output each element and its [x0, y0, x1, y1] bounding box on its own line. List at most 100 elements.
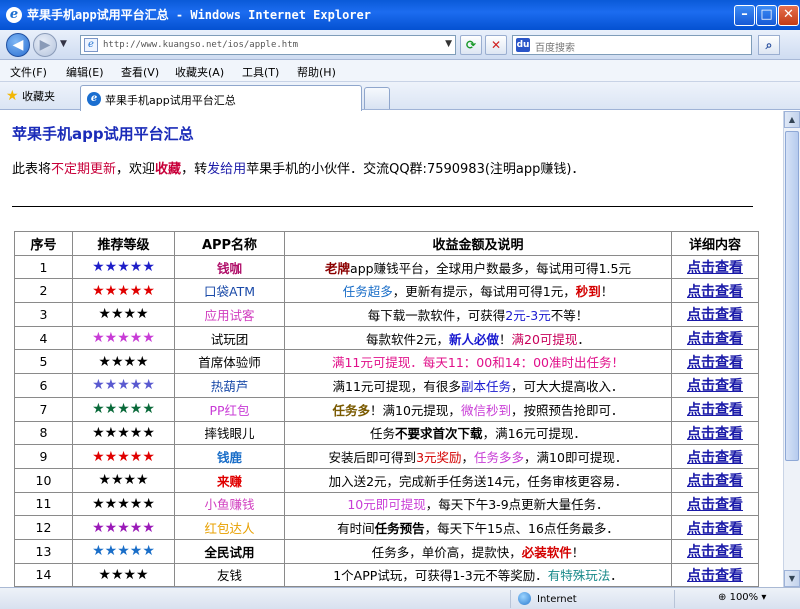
menu-view[interactable]: 查看(V)	[121, 64, 159, 80]
history-dropdown-icon[interactable]: ▼	[60, 39, 67, 49]
back-button[interactable]: ◀	[6, 33, 30, 57]
view-details-link[interactable]: 点击查看	[687, 260, 743, 276]
search-button[interactable]: ⌕	[758, 35, 780, 55]
window-title: 苹果手机app试用平台汇总 - Windows Internet Explore…	[27, 8, 371, 22]
vertical-scrollbar[interactable]: ▲ ▼	[783, 111, 800, 587]
view-details-link[interactable]: 点击查看	[687, 426, 743, 442]
stop-button[interactable]: ✕	[485, 35, 507, 55]
menu-edit[interactable]: 编辑(E)	[66, 64, 104, 80]
row-number: 5	[14, 349, 73, 375]
view-details-link[interactable]: 点击查看	[687, 355, 743, 371]
app-name: 热葫芦	[174, 373, 285, 398]
status-bar: Internet ⊕ 100% ▾	[0, 587, 800, 609]
rating-cell: ★★★★★	[72, 373, 175, 398]
description-segment: 2元-3元	[505, 307, 551, 323]
close-button[interactable]: ✕	[778, 5, 799, 26]
zoom-icon: ⊕	[718, 592, 727, 603]
refresh-button[interactable]: ⟳	[460, 35, 482, 55]
url-text[interactable]: http://www.kuangso.net/ios/apple.htm	[103, 39, 298, 52]
view-details-link[interactable]: 点击查看	[687, 284, 743, 300]
table-row: 14 ★★★★ 友钱 1个APP试玩，可获得1-3元不等奖励．有特殊玩法． 点击查看	[14, 562, 759, 587]
earnings-description: 任务超多，更新有提示，每试用可得1元，秒到！	[284, 278, 672, 304]
zoom-level: 100%	[729, 592, 759, 603]
view-details-link[interactable]: 点击查看	[687, 378, 743, 394]
detail-cell: 点击查看	[671, 467, 759, 493]
star-rating-icon: ★★★★	[98, 353, 149, 370]
star-rating-icon: ★★★★★	[92, 401, 155, 418]
address-toolbar: ◀ ▶ ▼ e http://www.kuangso.net/ios/apple…	[0, 30, 800, 60]
detail-cell: 点击查看	[671, 538, 759, 564]
description-segment: ，每天下午15点、16点任务最多．	[424, 521, 619, 537]
menu-file[interactable]: 文件(F)	[10, 64, 47, 80]
description-segment: ．	[577, 331, 590, 347]
favorites-button[interactable]: ★ 收藏夹	[6, 88, 55, 104]
view-details-link[interactable]: 点击查看	[687, 521, 743, 537]
table-row: 8 ★★★★★ 摔钱眼儿 任务不要求首次下载，满16元可提现． 点击查看	[14, 420, 759, 446]
app-name: 试玩团	[174, 325, 285, 351]
app-name: 钱鹿	[174, 444, 285, 469]
app-name: 钱咖	[174, 254, 285, 280]
app-name: 首席体验师	[174, 349, 285, 375]
star-rating-icon: ★★★★	[98, 306, 149, 323]
menu-tools[interactable]: 工具(T)	[242, 64, 279, 80]
detail-cell: 点击查看	[671, 562, 759, 587]
row-number: 12	[14, 515, 73, 540]
row-number: 10	[14, 467, 73, 493]
row-number: 3	[14, 302, 73, 327]
security-zone[interactable]: Internet	[518, 592, 577, 605]
search-placeholder: 百度搜索	[535, 43, 575, 54]
description-segment: 安装后即可得到	[328, 450, 417, 466]
description-segment: ，满10即可提现．	[524, 450, 628, 466]
page-content: 苹果手机app试用平台汇总 此表将不定期更新，欢迎收藏，转发给用苹果手机的小伙伴…	[0, 111, 783, 587]
description-segment: 任务多	[332, 402, 371, 418]
description-segment: app赚钱平台，全球用户数最多，每试用可得1.5元	[350, 260, 631, 276]
view-details-link[interactable]: 点击查看	[687, 450, 743, 466]
table-row: 3 ★★★★ 应用试客 每下载一款软件，可获得2元-3元不等！ 点击查看	[14, 302, 759, 327]
star-rating-icon: ★★★★★	[92, 495, 155, 512]
favorites-label: 收藏夹	[22, 90, 56, 103]
detail-cell: 点击查看	[671, 349, 759, 375]
view-details-link[interactable]: 点击查看	[687, 497, 743, 513]
earnings-description: 每下载一款软件，可获得2元-3元不等！	[284, 302, 672, 327]
menu-help[interactable]: 帮助(H)	[297, 64, 336, 80]
rating-cell: ★★★★	[72, 562, 175, 587]
row-number: 9	[14, 444, 73, 469]
view-details-link[interactable]: 点击查看	[687, 544, 743, 560]
app-name: 友钱	[174, 562, 285, 587]
divider	[12, 206, 753, 207]
intro-highlight: 不定期更新	[51, 162, 117, 177]
address-dropdown-icon[interactable]: ▼	[445, 39, 452, 49]
view-details-link[interactable]: 点击查看	[687, 473, 743, 489]
search-input[interactable]: du 百度搜索	[512, 35, 752, 55]
description-segment: 满20可提现	[511, 331, 578, 347]
earnings-description: 任务多！满10元提现，微信秒到，按照预告抢即可．	[284, 396, 672, 422]
rating-cell: ★★★★★	[72, 491, 175, 517]
scroll-up-icon[interactable]: ▲	[784, 111, 800, 128]
view-details-link[interactable]: 点击查看	[687, 307, 743, 323]
description-segment: 不等！	[550, 307, 589, 323]
tab-page-icon: e	[87, 92, 101, 106]
tab-current[interactable]: e 苹果手机app试用平台汇总	[80, 85, 362, 111]
maximize-button[interactable]: □	[756, 5, 777, 26]
forward-button[interactable]: ▶	[33, 33, 57, 57]
scroll-thumb[interactable]	[785, 131, 799, 461]
description-segment: 每款软件2元，	[366, 331, 449, 347]
detail-cell: 点击查看	[671, 278, 759, 304]
new-tab-button[interactable]	[364, 87, 390, 109]
description-segment: 有特殊玩法	[547, 568, 611, 584]
description-segment: 任务	[370, 426, 396, 442]
view-details-link[interactable]: 点击查看	[687, 331, 743, 347]
address-field[interactable]: e http://www.kuangso.net/ios/apple.htm ▼	[80, 35, 456, 55]
description-segment: ！	[571, 544, 585, 560]
zoom-control[interactable]: ⊕ 100% ▾	[718, 592, 766, 603]
table-row: 12 ★★★★★ 红包达人 有时间任务预告，每天下午15点、16点任务最多． 点击查看	[14, 515, 759, 540]
row-number: 13	[14, 538, 73, 564]
view-details-link[interactable]: 点击查看	[687, 402, 743, 418]
scroll-down-icon[interactable]: ▼	[784, 570, 800, 587]
minimize-button[interactable]: –	[734, 5, 755, 26]
menu-favorites[interactable]: 收藏夹(A)	[175, 64, 224, 80]
view-details-link[interactable]: 点击查看	[687, 568, 743, 584]
col-header-app-name: APP名称	[174, 231, 285, 256]
detail-cell: 点击查看	[671, 302, 759, 327]
description-segment: ，满16元可提现．	[482, 426, 586, 442]
